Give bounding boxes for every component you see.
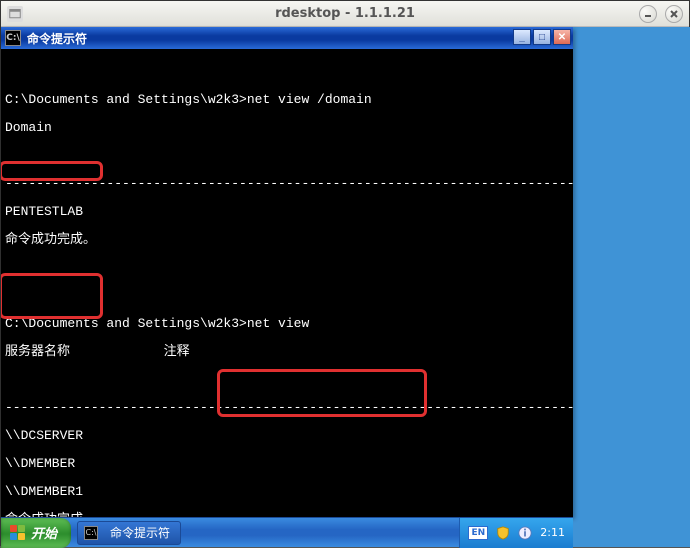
cmd-output[interactable]: C:\Documents and Settings\w2k3>net view … [1, 49, 573, 517]
line [5, 65, 569, 79]
server-line: \\DCSERVER [5, 429, 569, 443]
outer-window: rdesktop - 1.1.1.21 C:\ 命令提示符 _ □ ✕ C:\D… [0, 0, 690, 546]
cmd-title: 命令提示符 [27, 30, 87, 47]
minimize-button[interactable] [639, 5, 657, 23]
line [5, 373, 569, 387]
cmd-window-controls: _ □ ✕ [511, 29, 571, 45]
taskbar-item-cmd[interactable]: C:\ 命令提示符 [77, 521, 181, 545]
info-icon[interactable] [518, 526, 532, 540]
language-indicator[interactable]: EN [468, 526, 488, 540]
domain-line: PENTESTLAB [5, 205, 569, 219]
cmd-window: C:\ 命令提示符 _ □ ✕ C:\Documents and Setting… [1, 27, 573, 517]
taskbar-item-label: 命令提示符 [110, 524, 170, 541]
outer-title-bar[interactable]: rdesktop - 1.1.1.21 [1, 1, 689, 27]
cmd-icon: C:\ [84, 526, 98, 540]
start-label: 开始 [31, 523, 57, 542]
clock[interactable]: 2:11 [540, 526, 565, 539]
server-line: \\DMEMBER1 [5, 485, 569, 499]
cmd-icon: C:\ [5, 30, 21, 46]
server-header: 服务器名称 注释 [5, 345, 569, 359]
success-line: 命令成功完成。 [5, 233, 569, 247]
system-tray: EN 2:11 [459, 518, 573, 548]
divider: ----------------------------------------… [5, 401, 569, 415]
windows-logo-icon [9, 525, 25, 541]
cmd-title-bar[interactable]: C:\ 命令提示符 _ □ ✕ [1, 27, 573, 49]
line [5, 261, 569, 275]
server-line: \\DMEMBER [5, 457, 569, 471]
outer-title: rdesktop - 1.1.1.21 [275, 6, 415, 21]
start-button[interactable]: 开始 [1, 518, 71, 548]
remote-desktop-area: C:\ 命令提示符 _ □ ✕ C:\Documents and Setting… [1, 27, 690, 547]
cmd-maximize-button[interactable]: □ [533, 29, 551, 45]
line: Domain [5, 121, 569, 135]
prompt-line: C:\Documents and Settings\w2k3>net view … [5, 93, 569, 107]
taskbar: 开始 C:\ 命令提示符 EN 2:11 [1, 517, 573, 547]
prompt-line: C:\Documents and Settings\w2k3>net view [5, 317, 569, 331]
outer-window-controls [639, 5, 683, 23]
divider: ----------------------------------------… [5, 177, 569, 191]
cmd-close-button[interactable]: ✕ [553, 29, 571, 45]
close-button[interactable] [665, 5, 683, 23]
line [5, 149, 569, 163]
app-icon [7, 6, 23, 22]
shield-icon[interactable] [496, 526, 510, 540]
line [5, 289, 569, 303]
cmd-minimize-button[interactable]: _ [513, 29, 531, 45]
